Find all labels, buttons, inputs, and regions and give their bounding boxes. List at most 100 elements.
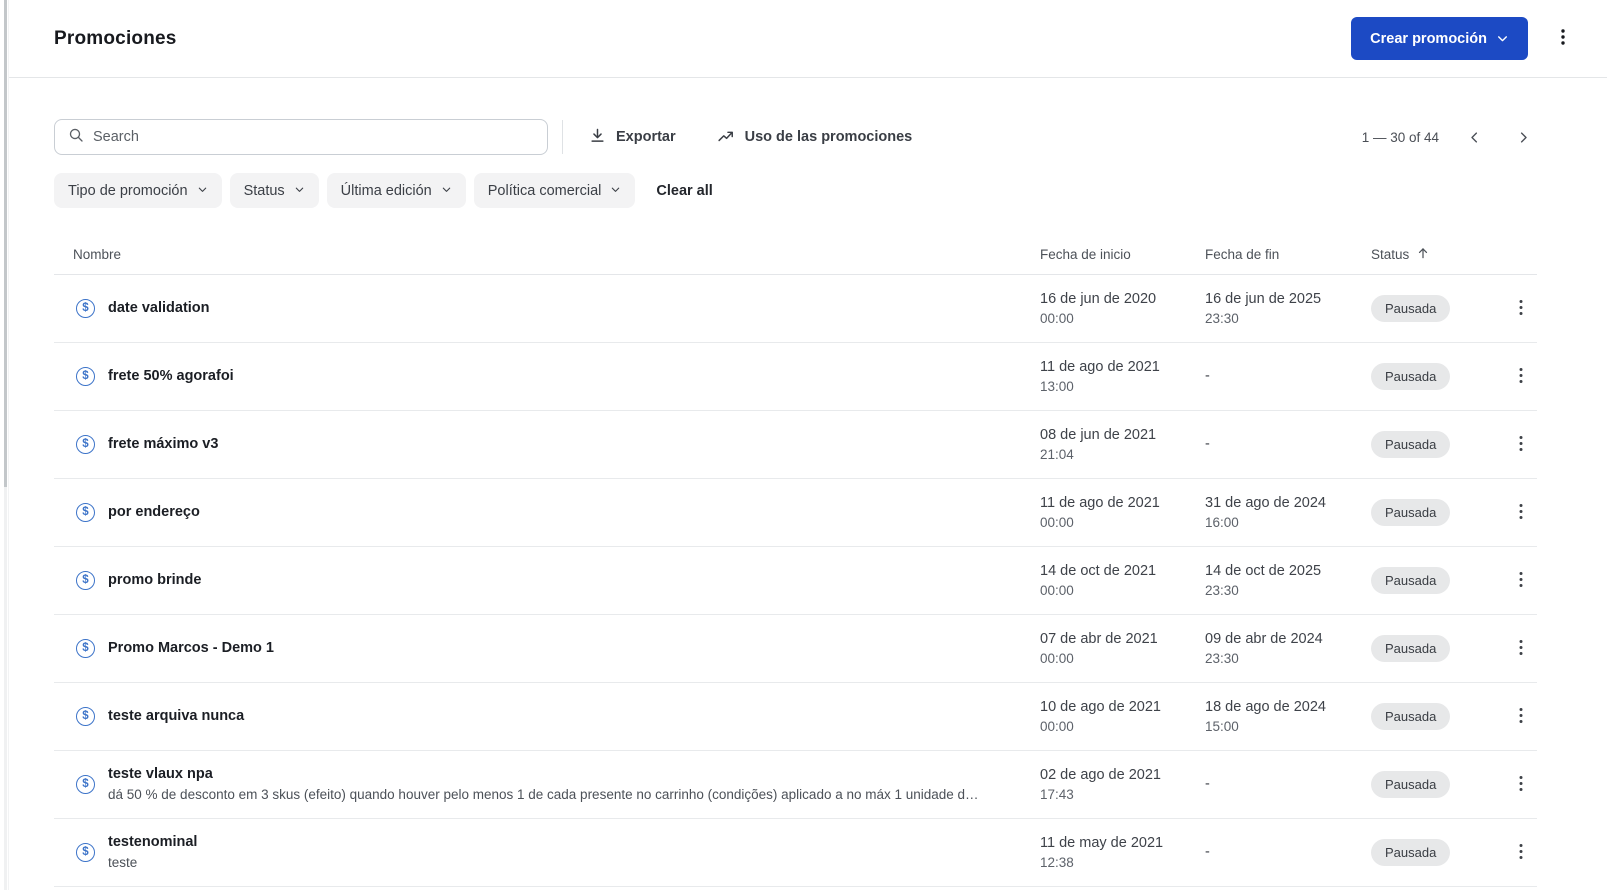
promotion-row[interactable]: $ frete máximo v3 08 de jun de 2021 21:0… <box>54 411 1537 479</box>
status-cell: Pausada <box>1371 295 1505 322</box>
status-badge: Pausada <box>1371 567 1451 594</box>
search-input[interactable] <box>93 129 534 145</box>
promotion-row[interactable]: $ Promo Marcos - Demo 1 07 de abr de 202… <box>54 615 1537 683</box>
end-date: 18 de ago de 2024 <box>1205 698 1326 715</box>
header-kebab-menu-button[interactable] <box>1549 22 1577 55</box>
create-promotion-label: Crear promoción <box>1370 30 1487 47</box>
next-page-button[interactable] <box>1510 124 1537 151</box>
promotion-name-cell: $ teste arquiva nunca <box>54 706 1040 726</box>
clear-all-filters-button[interactable]: Clear all <box>656 183 712 199</box>
end-date: 31 de ago de 2024 <box>1205 494 1326 511</box>
kebab-menu-icon <box>1514 639 1528 659</box>
kebab-menu-icon <box>1514 707 1528 727</box>
promotion-name[interactable]: date validation <box>108 300 210 316</box>
left-scrollbar[interactable] <box>4 0 7 890</box>
row-kebab-menu-button[interactable] <box>1508 633 1534 665</box>
start-date: 10 de ago de 2021 <box>1040 698 1161 715</box>
promotions-page: Promociones Crear promoción Exportar <box>8 0 1607 890</box>
row-kebab-menu-button[interactable] <box>1508 361 1534 393</box>
start-date: 16 de jun de 2020 <box>1040 290 1157 307</box>
promotion-name[interactable]: promo brinde <box>108 572 201 588</box>
column-header-status[interactable]: Status <box>1371 246 1505 263</box>
promotion-dollar-icon: $ <box>76 570 95 590</box>
status-cell: Pausada <box>1371 839 1505 866</box>
kebab-menu-icon <box>1514 367 1528 387</box>
row-kebab-menu-button[interactable] <box>1508 837 1534 869</box>
create-promotion-button[interactable]: Crear promoción <box>1351 17 1528 60</box>
end-time: 23:30 <box>1205 310 1239 326</box>
promotion-name[interactable]: Promo Marcos - Demo 1 <box>108 640 274 656</box>
promotion-name-wrap: date validation <box>108 298 210 318</box>
row-kebab-menu-button[interactable] <box>1508 497 1534 529</box>
kebab-menu-icon <box>1514 435 1528 455</box>
promotion-name[interactable]: teste vlaux npa <box>108 766 213 782</box>
kebab-menu-icon <box>1514 503 1528 523</box>
search-box[interactable] <box>54 119 548 155</box>
status-badge: Pausada <box>1371 499 1451 526</box>
promotion-row[interactable]: $ teste arquiva nunca 10 de ago de 2021 … <box>54 683 1537 751</box>
start-date-cell: 14 de oct de 2021 00:00 <box>1040 561 1205 601</box>
promotion-name-cell: $ frete 50% agorafoi <box>54 366 1040 386</box>
table-header-row: Nombre Fecha de inicio Fecha de fin Stat… <box>54 235 1537 275</box>
status-cell: Pausada <box>1371 431 1505 458</box>
previous-page-button[interactable] <box>1461 124 1488 151</box>
promotion-name[interactable]: frete 50% agorafoi <box>108 368 234 384</box>
promotion-name[interactable]: teste arquiva nunca <box>108 708 244 724</box>
row-kebab-menu-button[interactable] <box>1508 769 1534 801</box>
promotion-name[interactable]: frete máximo v3 <box>108 436 218 452</box>
promotion-row[interactable]: $ testenominal teste 11 de may de 2021 1… <box>54 819 1537 887</box>
promotion-name-cell: $ por endereço <box>54 502 1040 522</box>
start-time: 00:00 <box>1040 514 1074 530</box>
row-kebab-menu-button[interactable] <box>1508 293 1534 325</box>
promotion-name-cell: $ Promo Marcos - Demo 1 <box>54 638 1040 658</box>
filter-label: Última edición <box>340 182 432 199</box>
start-time: 00:00 <box>1040 310 1074 326</box>
start-time: 00:00 <box>1040 582 1074 598</box>
status-badge: Pausada <box>1371 363 1451 390</box>
promotion-dollar-icon: $ <box>76 298 95 318</box>
scrollbar-thumb[interactable] <box>4 0 7 487</box>
promotion-row[interactable]: $ promo brinde 14 de oct de 2021 00:00 1… <box>54 547 1537 615</box>
start-date-cell: 16 de jun de 2020 00:00 <box>1040 289 1205 329</box>
promotion-row[interactable]: $ por endereço 11 de ago de 2021 00:00 3… <box>54 479 1537 547</box>
column-header-status-label: Status <box>1371 247 1410 262</box>
page-header: Promociones Crear promoción <box>9 0 1607 78</box>
end-time: 16:00 <box>1205 514 1239 530</box>
promotion-dollar-icon: $ <box>76 706 95 726</box>
filter-promotion-type[interactable]: Tipo de promoción <box>54 173 222 208</box>
start-time: 21:04 <box>1040 446 1074 462</box>
start-date: 08 de jun de 2021 <box>1040 426 1157 443</box>
start-date-cell: 02 de ago de 2021 17:43 <box>1040 765 1205 805</box>
end-date: - <box>1205 368 1210 385</box>
row-kebab-menu-button[interactable] <box>1508 565 1534 597</box>
chevron-left-icon <box>1467 130 1482 145</box>
end-date-cell: - <box>1205 842 1371 862</box>
start-time: 00:00 <box>1040 718 1074 734</box>
promotions-usage-button[interactable]: Uso de las promociones <box>716 127 912 148</box>
row-kebab-menu-button[interactable] <box>1508 429 1534 461</box>
promotion-row[interactable]: $ frete 50% agorafoi 11 de ago de 2021 1… <box>54 343 1537 411</box>
sort-arrow-up-icon <box>1416 246 1430 263</box>
column-header-start-date[interactable]: Fecha de inicio <box>1040 247 1205 262</box>
chevron-right-icon <box>1516 130 1531 145</box>
column-header-end-date[interactable]: Fecha de fin <box>1205 247 1371 262</box>
filter-bar: Tipo de promoción Status Última edición … <box>54 173 1537 208</box>
promotion-name[interactable]: testenominal <box>108 834 197 850</box>
export-button[interactable]: Exportar <box>589 127 676 148</box>
start-date: 11 de may de 2021 <box>1040 834 1164 851</box>
end-date-cell: - <box>1205 774 1371 794</box>
promotion-name-wrap: teste vlaux npa dá 50 % de desconto em 3… <box>108 764 979 805</box>
end-date-cell: 18 de ago de 2024 15:00 <box>1205 697 1371 737</box>
end-time: 23:30 <box>1205 582 1239 598</box>
filter-status[interactable]: Status <box>229 173 319 208</box>
column-header-name[interactable]: Nombre <box>54 247 1040 262</box>
row-kebab-menu-button[interactable] <box>1508 701 1534 733</box>
filter-last-edited[interactable]: Última edición <box>326 173 466 208</box>
status-badge: Pausada <box>1371 771 1451 798</box>
start-date-cell: 11 de ago de 2021 00:00 <box>1040 493 1205 533</box>
promotion-row[interactable]: $ date validation 16 de jun de 2020 00:0… <box>54 275 1537 343</box>
promotion-row[interactable]: $ teste vlaux npa dá 50 % de desconto em… <box>54 751 1537 819</box>
promotion-name[interactable]: por endereço <box>108 504 200 520</box>
promotion-name-cell: $ promo brinde <box>54 570 1040 590</box>
filter-trade-policy[interactable]: Política comercial <box>473 173 636 208</box>
